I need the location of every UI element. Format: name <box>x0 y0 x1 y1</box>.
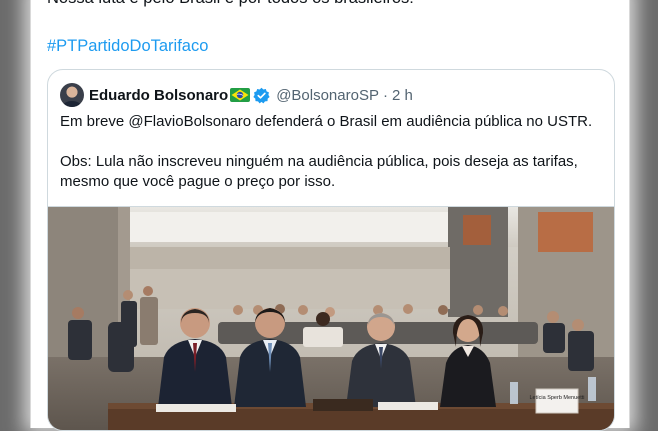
quoted-tweet[interactable]: Eduardo Bolsonaro @BolsonaroSP · 2 h Em … <box>47 69 615 431</box>
brazil-flag-icon <box>230 88 251 102</box>
separator-dot: · <box>382 86 388 104</box>
tweet-text-partial: Nossa luta é pelo Brasil e por todos os … <box>47 0 414 8</box>
quoted-text-line: Obs: Lula não inscreveu ninguém na audiê… <box>60 153 578 170</box>
nameplate-text: Letícia Sperb Menuetti <box>529 395 584 401</box>
tweet-photo[interactable]: Letícia Sperb Menuetti <box>48 206 614 430</box>
avatar[interactable] <box>60 83 84 107</box>
handle[interactable]: @BolsonaroSP <box>276 87 379 104</box>
quoted-text-line: Em breve @FlavioBolsonaro defenderá o Br… <box>60 113 593 130</box>
quoted-tweet-header: Eduardo Bolsonaro @BolsonaroSP · 2 h <box>60 82 413 108</box>
nameplate-line-1: Letícia Sperb Menuetti <box>529 395 584 401</box>
quoted-text-line: mesmo que você pague o preço por isso. <box>60 173 336 190</box>
tweet-card: Nossa luta é pelo Brasil e por todos os … <box>30 0 630 431</box>
verified-badge-icon <box>253 87 270 104</box>
timestamp[interactable]: 2 h <box>392 87 413 104</box>
display-name[interactable]: Eduardo Bolsonaro <box>89 87 228 104</box>
hashtag-link[interactable]: #PTPartidoDoTarifaco <box>47 36 208 56</box>
